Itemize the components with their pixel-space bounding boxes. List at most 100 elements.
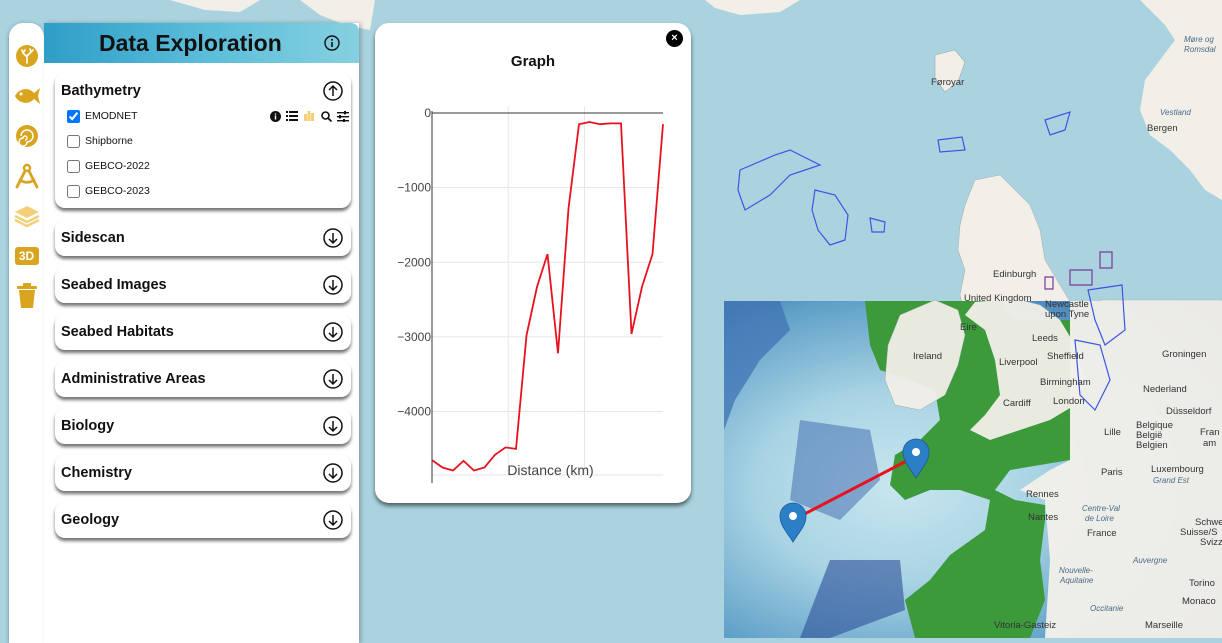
legend-list-icon[interactable] [286,110,298,122]
map-label: France [1087,528,1117,539]
map-label: Svizz [1200,537,1222,548]
section-title: Biology [61,418,115,434]
y-tick-label: −4000 [397,405,431,419]
map-label: Nouvelle- [1059,566,1093,575]
map-label: Centre-Val [1082,504,1120,513]
tool-rail: 3D [9,23,44,643]
map-label: Cardiff [1003,398,1031,409]
map-label: upon Tyne [1045,309,1090,320]
expand-arrow-down-icon[interactable] [323,228,343,248]
section-chemistry[interactable]: Chemistry [55,455,351,491]
graph-popup: Graph × 0 −1000 −2000 −3000 −4000 Distance (k… [375,23,691,503]
layers-icon[interactable] [12,201,41,230]
layer-row-gebco-2022[interactable]: GEBCO-2022 [67,158,150,174]
map-label: Marseille [1145,620,1184,631]
layer-checkbox-emodnet[interactable] [67,109,80,123]
expand-arrow-down-icon[interactable] [323,510,343,530]
panel-title: Data Exploration [99,30,282,56]
section-title: Geology [61,512,120,528]
map-label: de Loire [1085,514,1114,523]
layer-row-emodnet[interactable]: EMODNET [67,108,138,124]
layer-label: GEBCO-2022 [85,160,150,172]
layer-checkbox-gebco-2023[interactable] [67,184,80,198]
layer-label: GEBCO-2023 [85,185,150,197]
panel-header: Data Exploration [44,23,359,63]
map-label: Fran [1200,427,1220,438]
depth-profile-chart: 0 −1000 −2000 −3000 −4000 Distance (km) [397,106,664,483]
map-label: am [1203,438,1217,449]
3d-label: 3D [14,246,39,265]
map-label: Birmingham [1040,377,1091,388]
map-label: Bergen [1147,123,1178,134]
section-bathymetry: Bathymetry EMODNET Shipborne GEBCO-2022 … [55,73,351,208]
y-tick-label: 0 [424,106,431,120]
y-tick-label: −2000 [397,255,431,269]
3d-icon[interactable]: 3D [12,241,41,270]
map-label: Groningen [1162,349,1207,360]
map-label: Liverpool [999,357,1038,368]
info-icon[interactable] [269,110,281,122]
fish-icon[interactable] [12,81,41,110]
section-seabed-habitats[interactable]: Seabed Habitats [55,314,351,350]
map-label: London [1053,396,1085,407]
compass-icon[interactable] [12,161,41,190]
coral-icon[interactable] [12,41,41,70]
data-exploration-panel: Data Exploration Bathymetry EMODNET Ship… [44,23,359,643]
section-title: Sidescan [61,230,125,246]
expand-arrow-down-icon[interactable] [323,369,343,389]
map-label: Føroyar [931,77,965,88]
layer-checkbox-shipborne[interactable] [67,134,80,148]
map-label: Leeds [1032,333,1058,344]
map-label: Edinburgh [993,269,1037,280]
section-administrative-areas[interactable]: Administrative Areas [55,361,351,397]
map-label: Romsdal [1184,45,1216,54]
y-tick-label: −1000 [397,181,431,195]
expand-arrow-down-icon[interactable] [323,275,343,295]
layer-checkbox-gebco-2022[interactable] [67,159,80,173]
section-title: Chemistry [61,465,132,481]
expand-arrow-down-icon[interactable] [323,322,343,342]
section-sidescan[interactable]: Sidescan [55,220,351,256]
layer-label: EMODNET [85,110,138,122]
map-label: Nederland [1143,384,1187,395]
map-label: Rennes [1026,489,1059,500]
depth-profile-line [431,121,664,472]
map-label: Vestland [1160,108,1191,117]
map-label: Monaco [1182,596,1216,607]
info-icon[interactable] [324,35,340,51]
layer-tools [269,110,349,122]
map-label: Ireland [913,351,943,362]
expand-arrow-down-icon[interactable] [323,463,343,483]
settings-sliders-icon[interactable] [337,110,349,122]
map-label: Vitoria-Gasteiz [994,620,1057,631]
collapse-arrow-up-icon[interactable] [323,81,343,101]
map-label: United Kingdom [964,293,1032,304]
section-title: Administrative Areas [61,371,206,387]
layer-row-gebco-2023[interactable]: GEBCO-2023 [67,183,150,199]
shell-icon[interactable] [12,121,41,150]
section-biology[interactable]: Biology [55,408,351,444]
map-label: Nantes [1028,512,1059,523]
y-tick-label: −3000 [397,330,431,344]
map-label: Lille [1104,427,1121,438]
map-label: Occitanie [1090,604,1124,613]
map-label: Belgien [1136,440,1168,451]
map-label: Torino [1189,578,1215,589]
section-seabed-images[interactable]: Seabed Images [55,267,351,303]
map-label: Sheffield [1047,351,1084,362]
opacity-icon[interactable] [303,110,315,122]
map-label: Luxembourg [1151,464,1204,475]
map-label: Eire [960,322,977,333]
zoom-icon[interactable] [320,110,332,122]
map-label: Auvergne [1133,556,1168,565]
map-label: Düsseldorf [1166,406,1212,417]
layer-row-shipborne[interactable]: Shipborne [67,133,133,149]
map-label: Aquitaine [1060,576,1094,585]
map-label: Grand Est [1153,476,1190,485]
section-title: Seabed Images [61,277,167,293]
map-label: Paris [1101,467,1123,478]
trash-icon[interactable] [12,281,41,310]
section-geology[interactable]: Geology [55,502,351,538]
map-label: Møre og [1184,35,1214,44]
expand-arrow-down-icon[interactable] [323,416,343,436]
